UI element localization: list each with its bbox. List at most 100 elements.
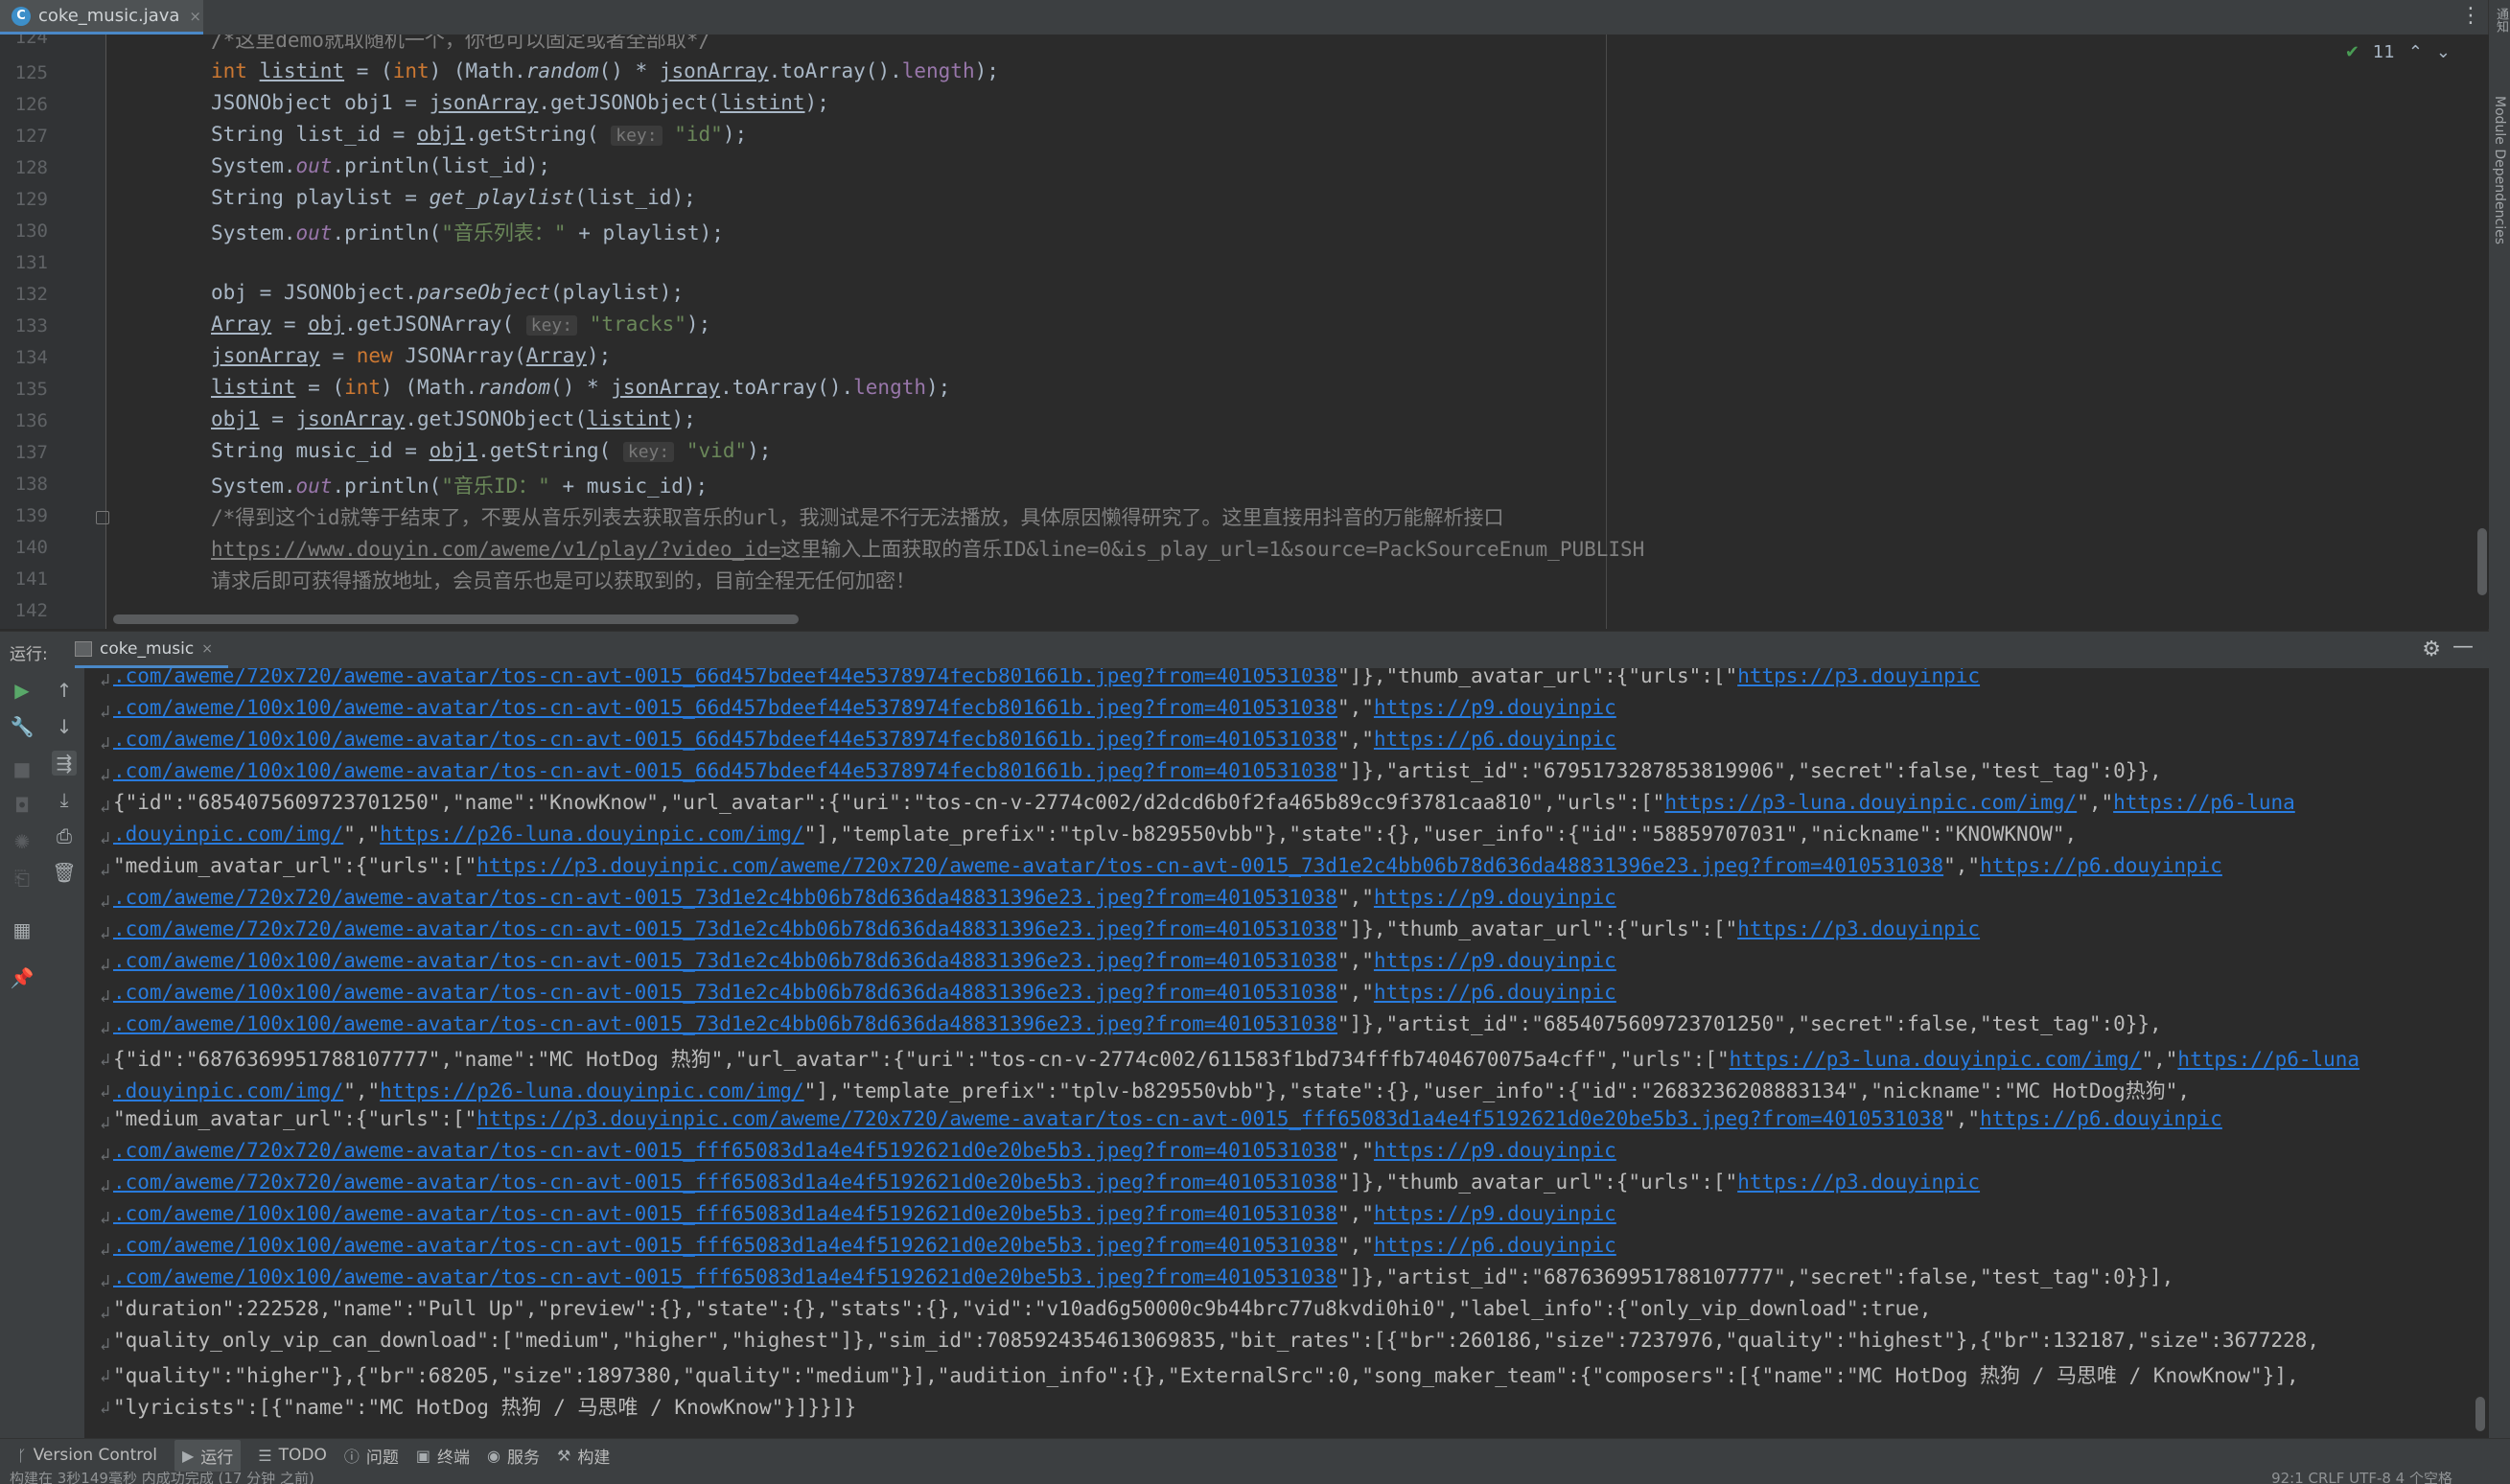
console-line: {"id":"6876369951788107777","name":"MC H… (113, 1044, 2359, 1073)
console-link[interactable]: .douyinpic.com/img/ (113, 1079, 343, 1102)
scroll-to-end-icon[interactable]: ⤓ (52, 787, 77, 812)
more-options-icon[interactable]: ⋮ (2460, 4, 2481, 28)
rerun-icon[interactable]: ▶ (10, 678, 35, 703)
console-text: "duration":222528,"name":"Pull Up","prev… (113, 1297, 1932, 1320)
pin-icon[interactable]: 📌 (10, 965, 35, 990)
code-line-137: String music_id = obj1.getString( key: "… (211, 439, 772, 462)
console-link[interactable]: .com/aweme/720x720/aweme-avatar/tos-cn-a… (113, 1139, 1337, 1162)
editor-vertical-scrollbar[interactable] (2477, 528, 2487, 595)
console-link[interactable]: .com/aweme/720x720/aweme-avatar/tos-cn-a… (113, 886, 1337, 909)
console-text: "]},"thumb_avatar_url":{"urls":[" (1336, 917, 1738, 940)
close-icon[interactable]: × (201, 641, 213, 657)
console-link[interactable]: .com/aweme/100x100/aweme-avatar/tos-cn-a… (113, 1265, 1337, 1288)
settings-icon[interactable]: ⚙ (2422, 638, 2441, 661)
console-link[interactable]: .com/aweme/720x720/aweme-avatar/tos-cn-a… (113, 668, 1337, 687)
run-toolbar: ▶ ↑ 🔧 ↓ ■ ⇶ ◘ ⤓ ✺ ⎙ ⎗ 🗑 ▦ 📌 (0, 668, 85, 1438)
run-tool-button[interactable]: ▶ 运行 (174, 1439, 242, 1472)
console-link[interactable]: https://p3.douyinpic.com/aweme/720x720/a… (476, 1107, 1943, 1130)
console-line: "lyricists":[{"name":"MC HotDog 热狗 / 马思唯… (113, 1392, 856, 1421)
print-icon[interactable]: ⎙ (52, 823, 77, 848)
run-panel-header: 运行: coke_music × ⚙ — (0, 631, 2489, 669)
console-link[interactable]: https://p6-luna (2113, 791, 2295, 814)
console-link[interactable]: https://p6.douyinpic (1374, 1234, 1616, 1257)
console-link[interactable]: https://p6-luna (2177, 1048, 2359, 1071)
console-link[interactable]: .com/aweme/100x100/aweme-avatar/tos-cn-a… (113, 981, 1337, 1004)
console-link[interactable]: .douyinpic.com/img/ (113, 823, 343, 846)
build-status-text: 构建在 3秒149毫秒 内成功完成 (17 分钟 之前) (10, 1472, 314, 1484)
problems-tool-button[interactable]: ⓘ 问题 (344, 1444, 399, 1468)
console-vertical-scrollbar[interactable] (2475, 1397, 2485, 1431)
console-link[interactable]: https://p3.douyinpic (1737, 1171, 1980, 1194)
editor-tab-coke-music[interactable]: C coke_music.java × (0, 0, 203, 35)
console-text: "]},"thumb_avatar_url":{"urls":[" (1336, 1171, 1738, 1194)
code-editor[interactable]: 124 125 126 127 128 129 130 131 132 133 … (0, 35, 2489, 629)
services-tool-button[interactable]: ◉ 服务 (487, 1444, 540, 1468)
status-bar: 构建在 3秒149毫秒 内成功完成 (17 分钟 之前) 92:1 CRLF U… (0, 1472, 2510, 1484)
console-link[interactable]: .com/aweme/100x100/aweme-avatar/tos-cn-a… (113, 696, 1337, 719)
todo-tool-button[interactable]: ☰ TODO (258, 1446, 327, 1465)
build-tool-button[interactable]: ⚒ 构建 (557, 1444, 610, 1468)
console-link[interactable]: https://p6.douyinpic (1374, 981, 1616, 1004)
java-class-icon: C (12, 6, 31, 26)
tool-button-label: 问题 (365, 1448, 399, 1468)
previous-problem-icon[interactable]: ⌃ (2408, 42, 2423, 62)
console-link[interactable]: https://p6.douyinpic (1980, 1107, 2222, 1130)
console-text: "medium_avatar_url":{"urls":[" (113, 854, 477, 877)
console-link[interactable]: https://p9.douyinpic (1374, 886, 1616, 909)
console-link[interactable]: https://p3-luna.douyinpic.com/img/ (1664, 791, 2077, 814)
console-link[interactable]: .com/aweme/720x720/aweme-avatar/tos-cn-a… (113, 1171, 1337, 1194)
console-link[interactable]: https://p3.douyinpic (1737, 917, 1980, 940)
version-control-tool-button[interactable]: ᚴ Version Control (17, 1446, 157, 1465)
minimize-icon[interactable]: — (2452, 635, 2474, 659)
console-text: "," (1336, 1139, 1374, 1162)
close-icon[interactable]: × (189, 8, 201, 25)
tool-button-label: 构建 (577, 1448, 611, 1468)
soft-wrap-icon: ↲ (100, 1018, 110, 1038)
console-link[interactable]: .com/aweme/100x100/aweme-avatar/tos-cn-a… (113, 949, 1337, 972)
terminal-tool-button[interactable]: ▣ 终端 (416, 1444, 470, 1468)
soft-wrap-icon: ↲ (100, 1113, 110, 1133)
console-link[interactable]: .com/aweme/100x100/aweme-avatar/tos-cn-a… (113, 1012, 1337, 1035)
console-link[interactable]: https://p9.douyinpic (1374, 1202, 1616, 1225)
console-link[interactable]: https://p9.douyinpic (1374, 696, 1616, 719)
console-link[interactable]: https://p26-luna.douyinpic.com/img/ (380, 1079, 804, 1102)
console-text: "],"template_prefix":"tplv-b829550vbb"},… (803, 1079, 2191, 1102)
next-problem-icon[interactable]: ⌄ (2436, 42, 2451, 62)
console-link[interactable]: https://p3-luna.douyinpic.com/img/ (1730, 1048, 2142, 1071)
console-link[interactable]: .com/aweme/720x720/aweme-avatar/tos-cn-a… (113, 917, 1337, 940)
module-dependencies-tool-button[interactable]: Module Dependencies (2492, 96, 2507, 244)
comment-link[interactable]: https://www.douyin.com/aweme/v1/play/?vi… (211, 538, 780, 561)
inspection-widget[interactable]: ✔ 11 ⌃ ⌄ (2345, 42, 2451, 62)
console-link[interactable]: .com/aweme/100x100/aweme-avatar/tos-cn-a… (113, 1234, 1337, 1257)
console-link[interactable]: https://p26-luna.douyinpic.com/img/ (380, 823, 804, 846)
editor-tab-bar: C coke_music.java × ⋮ (0, 0, 2510, 35)
notifications-tool-button[interactable]: 通知 (2492, 8, 2510, 33)
wrench-icon[interactable]: 🔧 (10, 714, 35, 739)
console-text: "]},"artist_id":"6795173287853819906","s… (1336, 759, 2162, 782)
console-text: "," (1336, 1202, 1374, 1225)
scroll-down-icon[interactable]: ↓ (52, 714, 77, 739)
run-icon: ▶ (181, 1446, 195, 1465)
console-output[interactable]: ↲ .com/aweme/720x720/aweme-avatar/tos-cn-… (84, 668, 2489, 1438)
console-link[interactable]: https://p6.douyinpic (1374, 728, 1616, 751)
console-link[interactable]: https://p6.douyinpic (1980, 854, 2222, 877)
console-line: .com/aweme/720x720/aweme-avatar/tos-cn-a… (113, 917, 1980, 940)
tool-button-label: 运行 (200, 1448, 234, 1468)
clear-all-icon[interactable]: 🗑 (52, 860, 77, 885)
scroll-up-icon[interactable]: ↑ (52, 678, 77, 703)
console-link[interactable]: https://p9.douyinpic (1374, 949, 1616, 972)
console-link[interactable]: https://p3.douyinpic (1737, 668, 1980, 687)
layout-icon[interactable]: ▦ (10, 917, 35, 942)
code-line-127: String list_id = obj1.getString( key: "i… (211, 123, 748, 146)
console-link[interactable]: https://p9.douyinpic (1374, 1139, 1616, 1162)
code-line-124: /*这里demo就取随机一个，你也可以固定或者全部取*/ (211, 35, 711, 52)
editor-horizontal-scrollbar[interactable] (113, 614, 799, 624)
run-tab-coke-music[interactable]: coke_music × (75, 632, 228, 668)
console-link[interactable]: .com/aweme/100x100/aweme-avatar/tos-cn-a… (113, 1202, 1337, 1225)
console-link[interactable]: https://p3.douyinpic.com/aweme/720x720/a… (476, 854, 1943, 877)
console-link[interactable]: .com/aweme/100x100/aweme-avatar/tos-cn-a… (113, 728, 1337, 751)
soft-wrap-icon[interactable]: ⇶ (52, 751, 77, 776)
console-link[interactable]: .com/aweme/100x100/aweme-avatar/tos-cn-a… (113, 759, 1337, 782)
console-text: "," (343, 1079, 381, 1102)
code-line-132: obj = JSONObject.parseObject(playlist); (211, 281, 685, 304)
